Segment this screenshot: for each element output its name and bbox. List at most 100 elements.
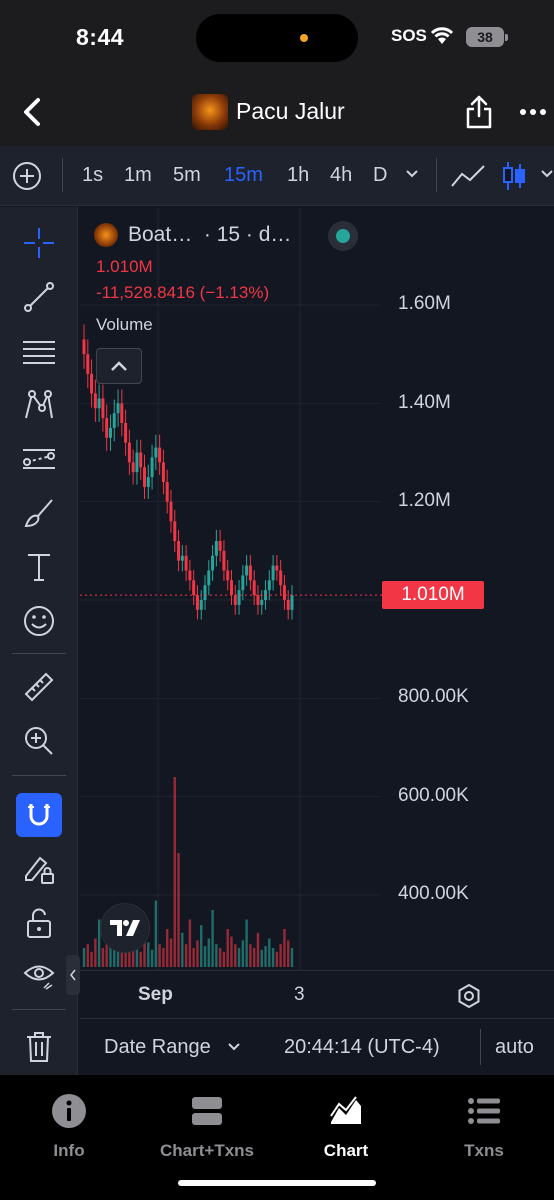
forecast-icon — [23, 449, 55, 469]
market-status-icon — [328, 221, 358, 251]
symbol-name[interactable]: Boat… · 15 · d… — [128, 223, 291, 247]
ruler-icon — [24, 672, 54, 702]
tab-info[interactable]: Info — [0, 1093, 138, 1161]
candle-body — [105, 418, 109, 438]
candle-body — [229, 580, 233, 596]
collapse-legend-button[interactable] — [96, 348, 142, 384]
lock-tool[interactable] — [16, 901, 62, 945]
timeframe-1s[interactable]: 1s — [82, 164, 103, 187]
candle-body — [108, 427, 112, 438]
timeframe-1m[interactable]: 1m — [124, 164, 152, 187]
symbol-interval: · 15 · d… — [203, 223, 292, 246]
candle-body — [90, 373, 94, 394]
volume-bar — [283, 929, 286, 967]
volume-bar — [154, 900, 158, 967]
text-icon — [28, 554, 50, 581]
pattern-tool[interactable] — [16, 383, 62, 427]
zoom-in-icon — [25, 727, 53, 755]
chart-area[interactable]: Boat… · 15 · d… 1.010M -11,528.8416 (−1.… — [80, 207, 554, 970]
candlestick-icon[interactable] — [502, 160, 526, 192]
volume-bar — [222, 951, 226, 967]
pattern-icon — [25, 390, 53, 419]
candle-body — [279, 570, 283, 586]
tab-chart[interactable]: Chart — [277, 1093, 415, 1161]
visibility-tool[interactable] — [16, 953, 62, 997]
chevron-left-icon — [70, 969, 76, 981]
delete-tool[interactable] — [16, 1025, 62, 1069]
timeframe-15m[interactable]: 15m — [224, 164, 263, 187]
timeframe-toolbar: 1s 1m 5m 15m 1h 4h D — [0, 146, 554, 206]
tab-txns[interactable]: Txns — [415, 1093, 553, 1161]
horizontal-lines-tool[interactable] — [16, 329, 62, 373]
zoom-tool[interactable] — [16, 719, 62, 763]
timezone-clock[interactable]: 20:44:14 (UTC-4) — [284, 1036, 440, 1059]
back-icon[interactable] — [18, 94, 46, 130]
share-icon[interactable] — [464, 94, 494, 130]
home-indicator — [178, 1180, 376, 1186]
volume-bar — [192, 948, 195, 967]
volume-bar — [245, 919, 248, 967]
magnet-icon — [28, 804, 50, 826]
trend-line-tool[interactable] — [16, 275, 62, 319]
timeframe-4h[interactable]: 4h — [330, 164, 352, 187]
candle-body — [248, 565, 252, 581]
candle-body — [218, 541, 222, 551]
candle-body — [260, 600, 264, 605]
tradingview-logo[interactable] — [100, 903, 150, 953]
symbol-logo — [94, 223, 118, 247]
volume-bar — [256, 932, 260, 967]
magnet-tool[interactable] — [16, 793, 62, 837]
volume-indicator-label[interactable]: Volume — [96, 315, 153, 335]
chevron-down-icon[interactable] — [226, 1041, 242, 1053]
toolbar-divider — [12, 1009, 66, 1010]
candle-body — [135, 452, 139, 473]
volume-bar — [234, 944, 237, 967]
crosshair-tool[interactable] — [16, 221, 62, 265]
last-price-value: 1.010M — [96, 257, 153, 276]
candle-body — [222, 550, 226, 571]
volume-bar — [147, 942, 150, 967]
candle-body — [267, 580, 271, 591]
last-price-badge: 1.010M — [382, 581, 484, 609]
toolbar-collapse-tab[interactable] — [66, 955, 80, 995]
tab-label: Txns — [464, 1141, 504, 1160]
eye-icon — [23, 965, 55, 990]
timeframe-5m[interactable]: 5m — [173, 164, 201, 187]
volume-bar — [249, 944, 252, 967]
measure-tool[interactable] — [16, 665, 62, 709]
settings-icon[interactable] — [456, 983, 482, 1009]
emoji-tool[interactable] — [16, 599, 62, 643]
price-axis-label: 1.60M — [398, 293, 451, 314]
forecast-tool[interactable] — [16, 437, 62, 481]
timeframe-1h[interactable]: 1h — [287, 164, 309, 187]
volume-bar — [150, 949, 154, 967]
time-axis-label: Sep — [138, 984, 173, 1005]
volume-bar — [86, 944, 89, 967]
chevron-down-icon[interactable] — [540, 168, 554, 180]
candle-body — [237, 590, 241, 605]
volume-bar — [90, 951, 93, 967]
area-chart-icon — [330, 1096, 361, 1124]
chevron-down-icon[interactable] — [404, 168, 420, 180]
volume-bar — [215, 944, 218, 967]
text-tool[interactable] — [16, 545, 62, 589]
candle-body — [252, 580, 256, 596]
more-icon[interactable] — [520, 108, 546, 116]
candle-body — [275, 565, 279, 571]
tab-chart-txns[interactable]: Chart+Txns — [138, 1093, 276, 1161]
volume-bar — [218, 948, 222, 967]
date-range-button[interactable]: Date Range — [104, 1036, 211, 1059]
add-indicator-icon[interactable] — [12, 161, 42, 191]
time-axis[interactable]: Sep 3 — [80, 970, 554, 1018]
candle-body — [158, 447, 162, 463]
brush-tool[interactable] — [16, 491, 62, 535]
auto-scale-button[interactable]: auto — [495, 1036, 534, 1059]
dynamic-island — [196, 14, 358, 62]
crosshair-icon — [24, 228, 54, 258]
timeframe-d[interactable]: D — [373, 164, 387, 187]
candle-body — [188, 570, 192, 581]
candle-body — [192, 580, 196, 596]
lock-drawing-tool[interactable] — [16, 847, 62, 891]
smiley-icon — [24, 606, 54, 636]
line-chart-icon[interactable] — [450, 162, 486, 190]
